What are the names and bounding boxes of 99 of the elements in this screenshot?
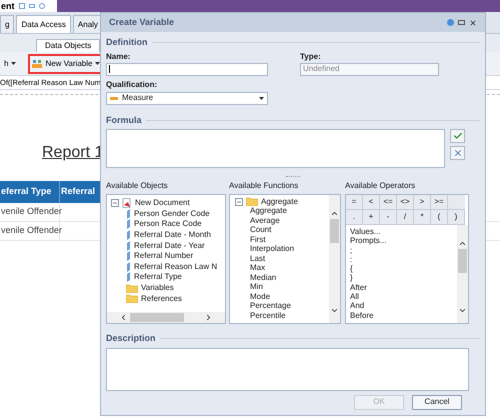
tree-item[interactable]: First <box>250 234 266 246</box>
scroll-up-icon[interactable] <box>458 239 467 248</box>
operator-item[interactable]: Values... <box>350 227 457 236</box>
scrollbar[interactable] <box>107 312 225 323</box>
formula-editor[interactable] <box>106 129 445 168</box>
table-cell: venile Offender <box>0 203 60 221</box>
operator-item[interactable]: } <box>350 273 457 283</box>
folder-icon <box>246 197 258 206</box>
toolbar-button[interactable]: h <box>0 54 20 74</box>
operator-button[interactable]: - <box>380 210 397 225</box>
window-title: ent <box>1 2 14 10</box>
operator-button[interactable]: < <box>363 195 380 210</box>
tree-item[interactable]: Median <box>250 272 276 284</box>
scroll-left-icon[interactable] <box>119 313 128 322</box>
collapse-icon[interactable] <box>235 198 243 206</box>
pane-heading: Available Functions <box>229 180 300 192</box>
tree-item[interactable]: Referral Date - Year <box>134 240 205 252</box>
tree-item[interactable]: Person Race Code <box>134 218 202 230</box>
measure-icon <box>110 96 118 100</box>
table-cell: venile Offender <box>0 222 60 240</box>
tree-item[interactable]: References <box>141 292 182 305</box>
operator-button[interactable]: <> <box>397 195 414 210</box>
operator-item[interactable]: Prompts... <box>350 236 457 246</box>
description-box[interactable] <box>106 348 469 390</box>
operator-button[interactable]: / <box>397 210 414 225</box>
tree-item[interactable]: Percentile <box>250 310 286 322</box>
operator-item[interactable]: { <box>350 264 457 274</box>
field-label: Name: <box>106 50 132 62</box>
scroll-up-icon[interactable] <box>330 209 339 218</box>
operator-item[interactable]: ; <box>350 246 457 255</box>
tree-item[interactable]: Referral Type <box>134 271 182 284</box>
tree-item[interactable]: Referral Number <box>134 250 194 262</box>
column-header: eferral Type <box>0 181 60 203</box>
operator-button[interactable]: = <box>346 195 363 210</box>
scroll-thumb[interactable] <box>130 313 184 322</box>
tree-item[interactable]: Aggregate <box>250 205 287 218</box>
dialog-title: Create Variable <box>109 16 176 29</box>
section-heading: Definition <box>106 36 148 49</box>
scroll-right-icon[interactable] <box>204 313 213 322</box>
operator-button[interactable]: >= <box>431 195 448 210</box>
scroll-down-icon[interactable] <box>458 306 467 315</box>
subtab[interactable]: Data Objects <box>36 39 100 52</box>
pane-heading: Available Operators <box>345 180 416 192</box>
document-icon <box>122 198 132 209</box>
operator-slot <box>448 195 465 210</box>
collapse-icon[interactable] <box>111 199 119 208</box>
tab[interactable]: Analy <box>72 15 103 33</box>
operator-item[interactable]: After <box>350 282 457 292</box>
validate-button[interactable] <box>450 129 465 143</box>
tree-item[interactable]: Average <box>250 214 280 227</box>
operator-button[interactable]: ) <box>448 210 465 225</box>
tree-item[interactable]: Variables <box>141 282 174 294</box>
scroll-thumb[interactable] <box>330 219 339 243</box>
tree-item[interactable]: Referral Date - Month <box>134 229 211 242</box>
dialog-button[interactable]: Cancel <box>412 394 462 410</box>
caret-icon <box>11 62 16 65</box>
tree-item[interactable]: Referral Reason Law N <box>134 260 218 273</box>
tree-item[interactable]: Last <box>250 252 266 265</box>
caret-icon <box>259 96 264 100</box>
folder-icon <box>126 294 138 304</box>
tree-item[interactable]: Max <box>250 262 266 274</box>
scrollbar[interactable] <box>329 195 340 323</box>
tree-item[interactable]: Count <box>250 224 272 236</box>
scroll-down-icon[interactable] <box>330 306 339 315</box>
tab[interactable]: g <box>0 15 14 33</box>
tree-item[interactable]: Interpolation <box>250 243 294 256</box>
scroll-thumb[interactable] <box>458 249 467 273</box>
tree-item[interactable]: Aggregate <box>261 196 298 208</box>
operator-button[interactable]: <= <box>380 195 397 210</box>
maximize-icon[interactable] <box>458 20 465 25</box>
clear-button[interactable] <box>450 146 465 160</box>
operator-button[interactable]: . <box>346 210 363 225</box>
scrollbar[interactable] <box>457 225 468 323</box>
operator-button[interactable]: ( <box>431 210 448 225</box>
resize-handle[interactable] <box>286 176 300 179</box>
tree-item[interactable]: Percentage <box>250 300 291 312</box>
tree-item[interactable]: Mode <box>250 290 270 303</box>
section-heading: Description <box>106 332 156 345</box>
field-label: Qualification: <box>106 78 158 90</box>
check-icon <box>452 131 462 141</box>
field-label: Type: <box>300 50 322 62</box>
operator-item[interactable]: Before <box>350 310 457 320</box>
operator-button[interactable]: + <box>363 210 380 225</box>
variable-icon <box>32 60 42 68</box>
operator-button[interactable]: * <box>414 210 431 225</box>
name-input[interactable] <box>106 62 268 76</box>
tree-item[interactable]: Min <box>250 281 263 294</box>
caret-icon <box>95 62 100 65</box>
clear-icon <box>452 148 462 158</box>
tab[interactable]: Data Access <box>16 15 71 33</box>
section-heading: Formula <box>106 114 142 126</box>
folder-icon <box>126 284 138 293</box>
operator-item[interactable]: All <box>350 292 457 302</box>
operator-item[interactable]: : <box>350 254 457 264</box>
qualification-dropdown[interactable]: Measure <box>106 92 268 104</box>
tree-item[interactable]: Person Gender Code <box>134 208 210 220</box>
tree-item[interactable]: New Document <box>135 197 190 210</box>
operator-item[interactable]: And <box>350 301 457 311</box>
operator-button[interactable]: > <box>414 195 431 210</box>
